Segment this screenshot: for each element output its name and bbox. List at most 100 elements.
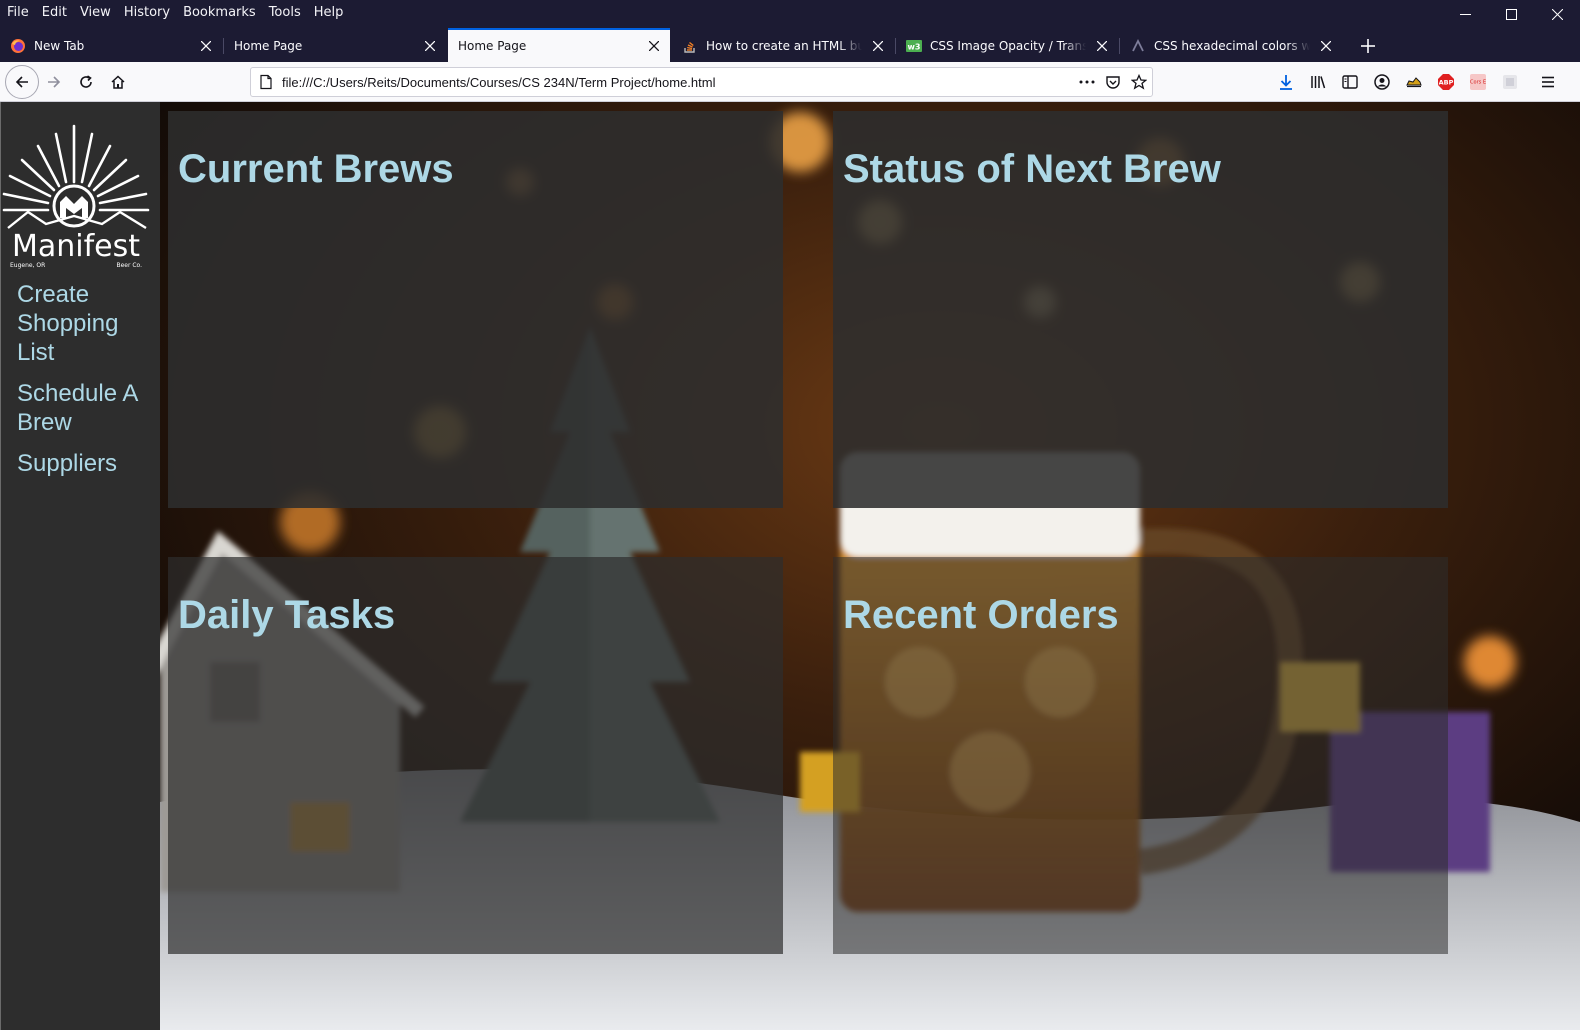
puzzle-icon [1503, 75, 1517, 89]
cors-icon: Cors E [1470, 74, 1486, 90]
back-button[interactable] [5, 65, 39, 99]
tab-home-page-active[interactable]: Home Page [448, 28, 670, 62]
hamburger-icon [1542, 76, 1554, 88]
site-icon [1130, 38, 1146, 54]
tab-close-button[interactable] [868, 36, 888, 56]
account-button[interactable] [1366, 70, 1398, 94]
star-icon [1131, 74, 1147, 90]
cors-extension-button[interactable]: Cors E [1462, 70, 1494, 94]
sidebar-icon [1342, 75, 1358, 89]
tab-title: CSS hexadecimal colors with transparency [1154, 39, 1310, 53]
downloads-button[interactable] [1270, 70, 1302, 94]
panel-heading-status-next-brew: Status of Next Brew [843, 147, 1221, 191]
account-icon [1374, 74, 1390, 90]
close-window-button[interactable] [1534, 0, 1580, 28]
minimize-icon [1459, 13, 1471, 15]
panel-current-brews: Current Brews [168, 111, 783, 508]
pocket-button[interactable] [1100, 69, 1126, 95]
w3schools-icon: w3 [906, 38, 922, 54]
adblock-plus-button[interactable]: ABP [1430, 70, 1462, 94]
logo-image: Manifest Eugene, OR Beer Co. [2, 124, 150, 269]
close-icon [1321, 41, 1331, 51]
maximize-button[interactable] [1488, 0, 1534, 28]
close-icon [201, 41, 211, 51]
sidebar: Manifest Eugene, OR Beer Co. Create Shop… [0, 102, 160, 1030]
firefox-icon [10, 38, 26, 54]
sidebar-nav: Create Shopping List Schedule A Brew Sup… [17, 280, 157, 490]
reload-icon [80, 75, 92, 88]
more-icon [1079, 80, 1095, 84]
menu-help[interactable]: Help [307, 5, 350, 20]
toolbar-icons: ABP Cors E [1270, 70, 1564, 94]
panel-heading-recent-orders: Recent Orders [843, 593, 1119, 637]
library-button[interactable] [1302, 70, 1334, 94]
tab-close-button[interactable] [1316, 36, 1336, 56]
pocket-icon [1106, 76, 1120, 89]
menu-edit[interactable]: Edit [35, 5, 73, 20]
tab-title: CSS Image Opacity / Transparency [930, 39, 1086, 53]
page-viewport: Manifest Eugene, OR Beer Co. Create Shop… [0, 102, 1580, 1030]
sneaker-icon [1406, 77, 1422, 88]
svg-text:w3: w3 [908, 43, 921, 52]
menu-bar: File Edit View History Bookmarks Tools H… [0, 0, 1580, 24]
page-actions-button[interactable] [1074, 69, 1100, 95]
logo-suffix: Beer Co. [116, 262, 142, 269]
sidebar-toggle-button[interactable] [1334, 70, 1366, 94]
tab-title: Home Page [458, 39, 527, 53]
app-menu-button[interactable] [1532, 70, 1564, 94]
sidebar-link-suppliers[interactable]: Suppliers [17, 449, 157, 478]
library-icon [1311, 76, 1326, 89]
close-icon [873, 41, 883, 51]
forward-button[interactable] [38, 66, 70, 98]
adblock-icon: ABP [1438, 74, 1454, 90]
svg-text:ABP: ABP [1439, 79, 1454, 87]
panel-heading-daily-tasks: Daily Tasks [178, 593, 396, 637]
tab-title: New Tab [34, 39, 85, 53]
tab-bar: New Tab Home Page Home Page How to creat… [0, 28, 1580, 62]
close-icon [1551, 8, 1563, 20]
close-icon [425, 41, 435, 51]
extension-sneaker-button[interactable] [1398, 70, 1430, 94]
window-border [0, 102, 1, 1030]
menu-file[interactable]: File [0, 5, 35, 20]
menu-view[interactable]: View [73, 5, 117, 20]
manifest-logo[interactable]: Manifest Eugene, OR Beer Co. [2, 124, 152, 269]
bookmark-star-button[interactable] [1126, 69, 1152, 95]
home-icon [111, 75, 125, 89]
sidebar-link-schedule-a-brew[interactable]: Schedule A Brew [17, 379, 157, 437]
panel-recent-orders: Recent Orders [833, 557, 1448, 954]
logo-wordmark: Manifest [12, 229, 140, 264]
tab-close-button[interactable] [420, 36, 440, 56]
menu-bookmarks[interactable]: Bookmarks [176, 5, 262, 20]
arrow-left-icon [15, 76, 28, 88]
close-icon [1097, 41, 1107, 51]
home-button[interactable] [102, 66, 134, 98]
panel-status-next-brew: Status of Next Brew [833, 111, 1448, 508]
url-text[interactable]: file:///C:/Users/Reits/Documents/Courses… [282, 75, 1074, 90]
tab-new-tab[interactable]: New Tab [0, 30, 222, 62]
tab-close-button[interactable] [196, 36, 216, 56]
close-icon [649, 41, 659, 51]
panel-daily-tasks: Daily Tasks [168, 557, 783, 954]
extension-placeholder-button[interactable] [1494, 70, 1526, 94]
sidebar-link-create-shopping-list[interactable]: Create Shopping List [17, 280, 157, 367]
stackoverflow-icon [682, 38, 698, 54]
tab-title: How to create an HTML button [706, 39, 862, 53]
tab-css-hex-colors[interactable]: CSS hexadecimal colors with transparency [1120, 30, 1342, 62]
tab-home-page[interactable]: Home Page [224, 30, 446, 62]
panel-heading-current-brews: Current Brews [178, 147, 454, 191]
new-tab-button[interactable] [1356, 34, 1380, 58]
tab-css-opacity[interactable]: w3 CSS Image Opacity / Transparency [896, 30, 1118, 62]
address-bar[interactable]: file:///C:/Users/Reits/Documents/Courses… [250, 67, 1153, 97]
minimize-button[interactable] [1442, 0, 1488, 28]
arrow-right-icon [48, 76, 61, 88]
menu-history[interactable]: History [117, 5, 176, 20]
tab-close-button[interactable] [1092, 36, 1112, 56]
tab-close-button[interactable] [644, 36, 664, 56]
page-icon [260, 74, 272, 90]
window-controls [1442, 0, 1580, 28]
menu-tools[interactable]: Tools [262, 5, 307, 20]
reload-button[interactable] [70, 66, 102, 98]
plus-icon [1361, 39, 1375, 53]
tab-html-button[interactable]: How to create an HTML button [672, 30, 894, 62]
